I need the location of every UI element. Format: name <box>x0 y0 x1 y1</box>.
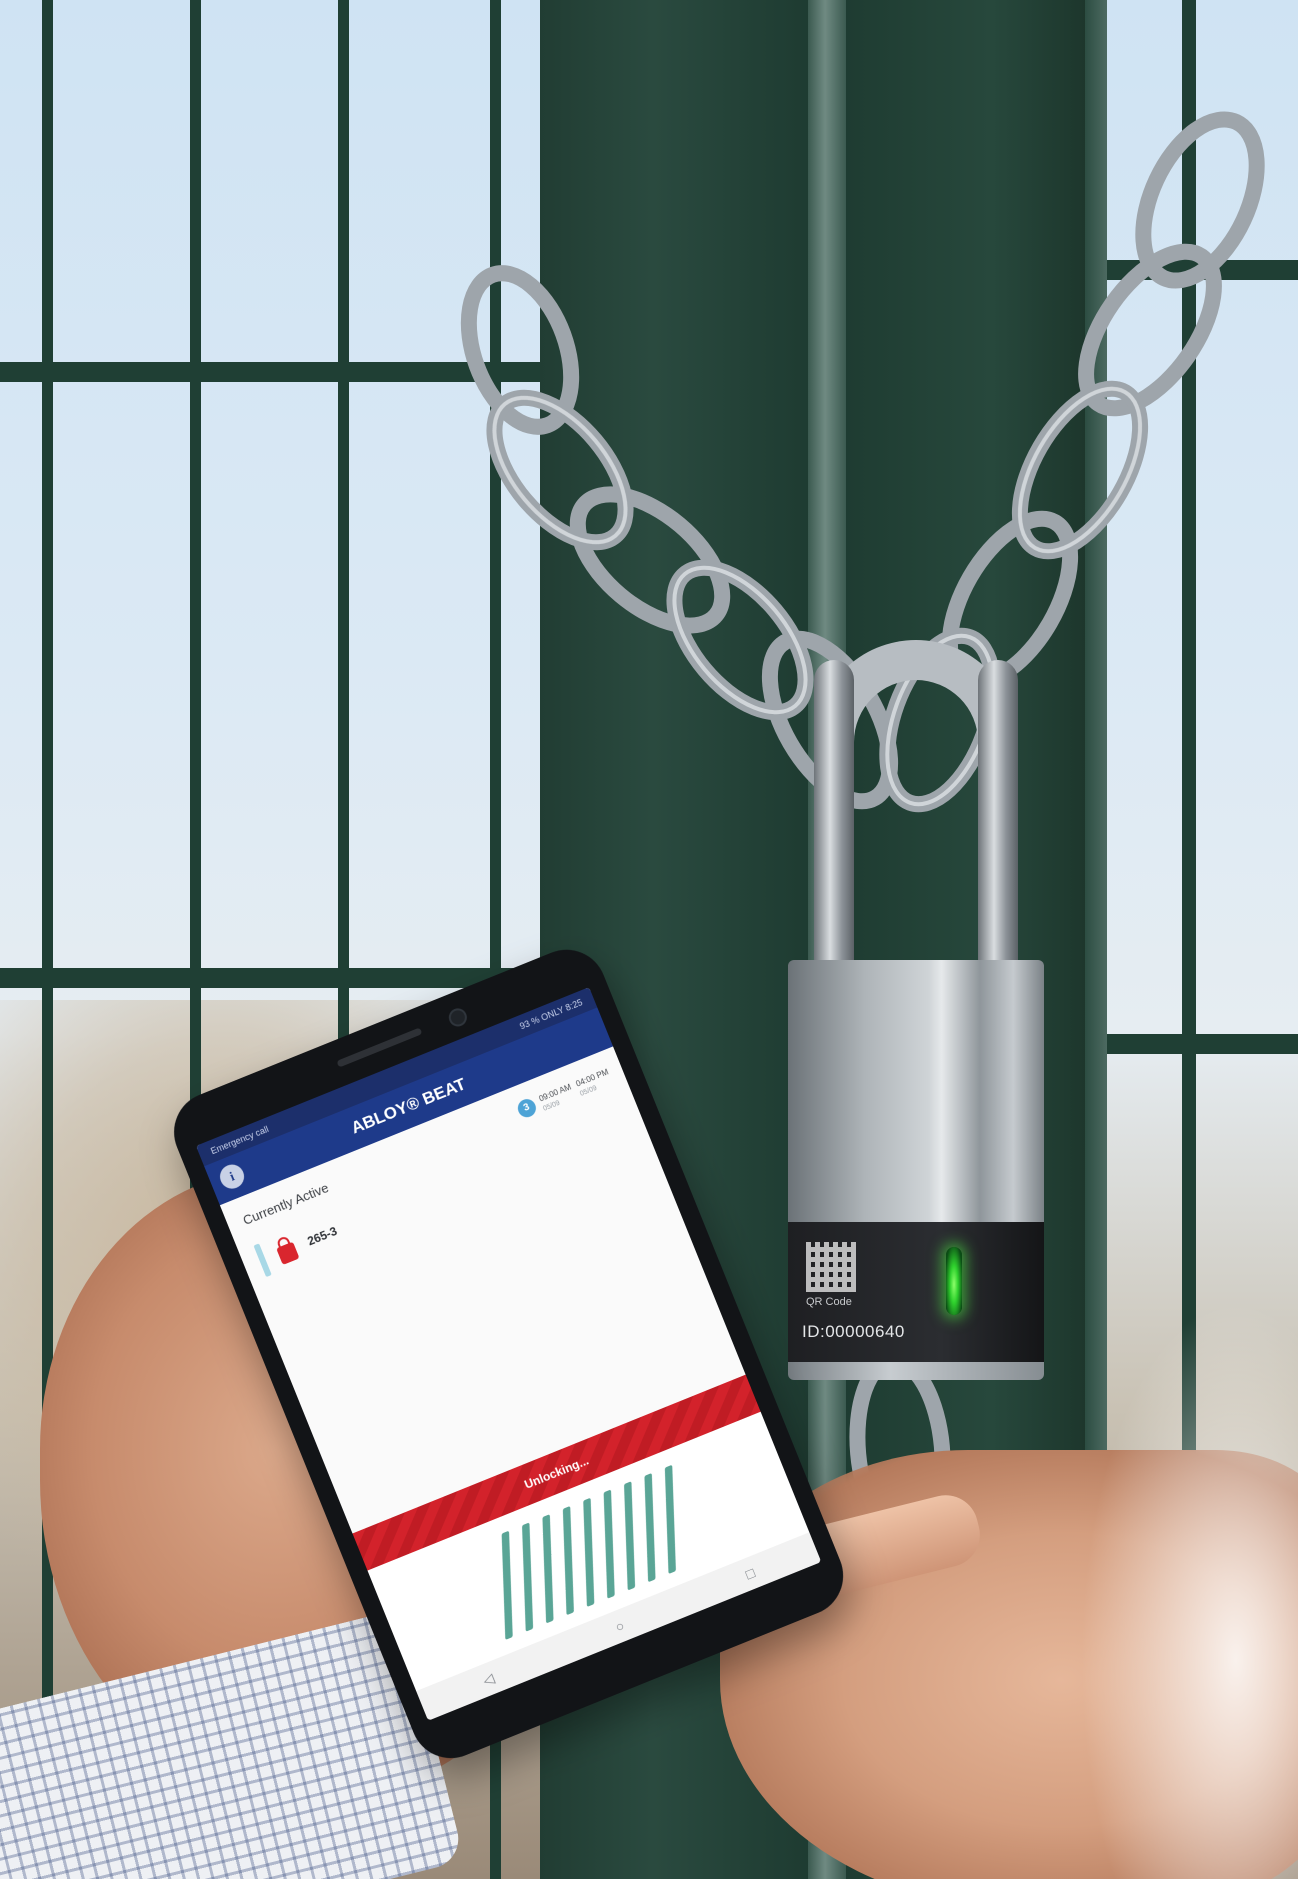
home-circle-icon[interactable]: ○ <box>613 1617 627 1635</box>
progress-stripe <box>603 1489 615 1599</box>
progress-stripe <box>583 1497 595 1608</box>
progress-stripe <box>624 1481 636 1591</box>
padlock-icon <box>276 1241 300 1266</box>
progress-stripe <box>501 1530 513 1640</box>
lock-name: 265-3 <box>305 1223 340 1249</box>
progress-stripe <box>522 1522 534 1632</box>
camera-icon <box>446 1005 470 1030</box>
padlock: QR Code ID:00000640 <box>788 640 1044 1380</box>
progress-stripe <box>644 1472 656 1583</box>
recents-square-icon[interactable]: □ <box>743 1564 757 1582</box>
back-triangle-icon[interactable]: ◁ <box>480 1669 496 1689</box>
schedule-count-badge: 3 <box>515 1096 539 1120</box>
padlock-shackle-left <box>814 660 854 990</box>
photo-scene: QR Code ID:00000640 Emergency call 93 % … <box>0 0 1298 1879</box>
padlock-foot <box>788 1362 1044 1380</box>
progress-stripe <box>664 1464 676 1575</box>
sun-glare <box>1080 1300 1298 1879</box>
chain-link <box>569 486 731 634</box>
status-led-icon <box>946 1247 962 1315</box>
qr-code-icon <box>806 1242 856 1292</box>
qr-code-label: QR Code <box>806 1296 852 1308</box>
padlock-shackle-right <box>978 660 1018 990</box>
progress-stripe <box>562 1505 574 1616</box>
padlock-body <box>788 960 1044 1222</box>
list-item-indicator <box>253 1243 272 1278</box>
chain-link <box>486 389 634 551</box>
padlock-id: ID:00000640 <box>802 1322 905 1341</box>
progress-stripe <box>542 1514 554 1624</box>
